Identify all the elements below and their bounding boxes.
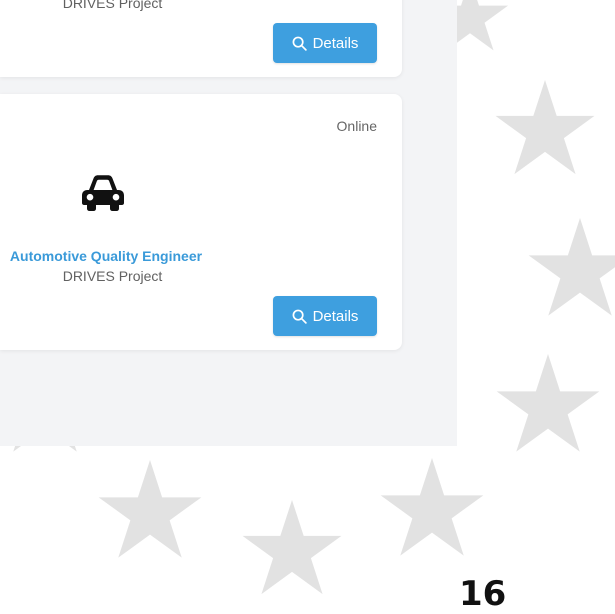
details-button-label: Details xyxy=(312,34,359,52)
job-organization: DRIVES Project xyxy=(62,0,163,11)
job-organization: DRIVES Project xyxy=(62,268,163,284)
results-panel: DRIVES Project Details Online Automotive… xyxy=(0,0,457,446)
search-icon xyxy=(292,36,307,51)
details-button-label: Details xyxy=(312,307,359,325)
star-icon xyxy=(380,458,484,556)
job-title-link[interactable]: Automotive Quality Engineer xyxy=(0,248,222,264)
page-number: 16 xyxy=(459,574,507,614)
job-status: Online xyxy=(336,118,377,134)
star-icon xyxy=(495,80,595,175)
details-button[interactable]: Details xyxy=(273,296,377,336)
star-icon xyxy=(528,218,615,316)
star-icon xyxy=(496,354,600,452)
search-icon xyxy=(292,309,307,324)
car-icon xyxy=(82,175,124,211)
star-icon xyxy=(242,500,342,595)
star-icon xyxy=(98,460,202,558)
details-button[interactable]: Details xyxy=(273,23,377,63)
job-card: DRIVES Project Details xyxy=(0,0,402,77)
job-card: Online Automotive Quality Engineer DRIVE… xyxy=(0,94,402,350)
